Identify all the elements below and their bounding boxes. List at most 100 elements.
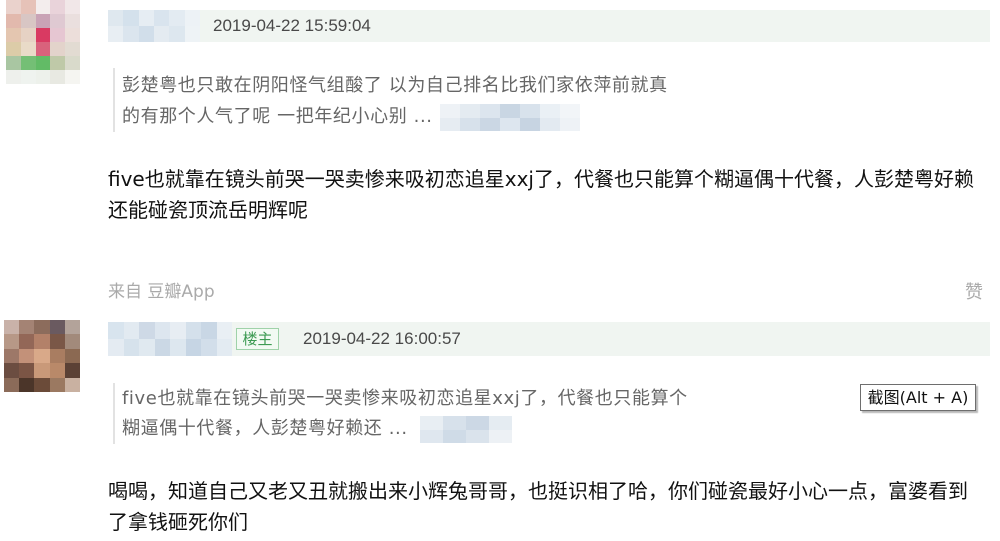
mosaic-cell (4, 363, 20, 378)
mosaic-cell (520, 104, 540, 118)
comment-line: 了拿钱砸死你们 (108, 510, 248, 534)
mosaic-cell (35, 0, 51, 14)
mosaic-cell (34, 334, 50, 349)
mosaic-cell (65, 14, 80, 28)
quote-line: 糊逼偶十代餐，人彭楚粤好赖还 ... (122, 418, 408, 439)
mosaic-cell (460, 117, 480, 131)
mosaic-cell (20, 0, 36, 14)
op-badge: 楼主 (236, 328, 279, 350)
mosaic-cell (108, 10, 124, 26)
mosaic-cell (20, 42, 36, 56)
mosaic-cell (108, 339, 124, 356)
mosaic-cell (19, 320, 35, 335)
mosaic-cell (19, 348, 35, 364)
mosaic-cell (139, 322, 155, 339)
mosaic-cell (440, 117, 460, 131)
mosaic-cell (500, 117, 520, 131)
mosaic-cell (34, 377, 50, 392)
mosaic-cell (123, 339, 139, 356)
mosaic-cell (19, 363, 35, 378)
mosaic-cell (153, 10, 170, 26)
mosaic-cell (4, 320, 20, 335)
comment-line: five也就靠在镜头前哭一哭卖惨来吸初恋追星xxj了，代餐也只能算个糊逼偶十代餐… (108, 167, 974, 191)
mosaic-cell (6, 56, 21, 70)
mosaic-cell (169, 10, 185, 26)
mosaic-cell (443, 429, 466, 443)
mosaic-cell (6, 28, 21, 42)
quoted-username-link[interactable] (420, 416, 512, 443)
quote-line: five也就靠在镜头前哭一哭卖惨来吸初恋追星xxj了，代餐也只能算个 (122, 388, 688, 409)
mosaic-cell (4, 377, 20, 392)
comment-line: 还能碰瓷顶流岳明辉呢 (108, 198, 308, 222)
mosaic-cell (560, 104, 580, 118)
mosaic-cell (138, 26, 154, 42)
mosaic-cell (153, 26, 170, 42)
reply-quote: 彭楚粤也只敢在阴阳怪气组酸了 以为自己排名比我们家依萍前就真 的有那个人气了呢 … (113, 68, 668, 132)
mosaic-cell (65, 70, 80, 84)
mosaic-cell (20, 70, 36, 84)
mosaic-cell (216, 322, 232, 339)
mosaic-cell (184, 10, 200, 26)
like-button[interactable]: 赞 (965, 282, 983, 304)
mosaic-cell (123, 322, 139, 339)
comment-line: 喝喝，知道自己又老又丑就搬出来小辉兔哥哥，也挺识相了哈，你们碰瓷最好小心一点，富… (108, 479, 968, 503)
mosaic-cell (420, 416, 443, 430)
mosaic-cell (64, 377, 80, 392)
mosaic-cell (108, 322, 124, 339)
mosaic-cell (154, 322, 170, 339)
mosaic-cell (50, 56, 66, 70)
mosaic-cell (50, 28, 66, 42)
mosaic-cell (466, 416, 489, 430)
mosaic-cell (185, 339, 201, 356)
quote-line: 的有那个人气了呢 一把年纪小心别 ... (122, 106, 433, 127)
mosaic-cell (19, 377, 35, 392)
mosaic-cell (480, 117, 500, 131)
mosaic-cell (440, 104, 460, 118)
mosaic-cell (19, 334, 35, 349)
comment-source: 来自 豆瓣App (108, 282, 215, 302)
mosaic-cell (34, 320, 50, 335)
mosaic-cell (540, 104, 560, 118)
mosaic-cell (64, 348, 80, 364)
mosaic-cell (35, 70, 51, 84)
mosaic-cell (154, 339, 170, 356)
mosaic-cell (49, 377, 65, 392)
mosaic-cell (6, 0, 21, 14)
mosaic-cell (34, 363, 50, 378)
mosaic-cell (201, 322, 217, 339)
comment-timestamp: 2019-04-22 15:59:04 (213, 16, 371, 35)
mosaic-cell (138, 10, 154, 26)
mosaic-cell (20, 14, 36, 28)
username-link[interactable] (108, 322, 232, 356)
avatar[interactable] (4, 320, 80, 392)
mosaic-cell (4, 348, 20, 364)
mosaic-cell (520, 117, 540, 131)
mosaic-cell (6, 14, 21, 28)
mosaic-cell (4, 334, 20, 349)
mosaic-cell (560, 117, 580, 131)
mosaic-cell (34, 348, 50, 364)
mosaic-cell (170, 339, 186, 356)
mosaic-cell (6, 42, 21, 56)
quote-line: 彭楚粤也只敢在阴阳怪气组酸了 以为自己排名比我们家依萍前就真 (122, 75, 668, 96)
mosaic-cell (460, 104, 480, 118)
mosaic-cell (169, 26, 185, 42)
mosaic-cell (35, 42, 51, 56)
mosaic-cell (50, 42, 66, 56)
username-link[interactable] (108, 10, 200, 42)
mosaic-cell (49, 363, 65, 378)
mosaic-cell (466, 429, 489, 443)
mosaic-cell (489, 416, 512, 430)
avatar[interactable] (6, 0, 80, 84)
mosaic-cell (170, 322, 186, 339)
mosaic-cell (108, 26, 124, 42)
mosaic-cell (489, 429, 512, 443)
mosaic-cell (65, 56, 80, 70)
mosaic-cell (123, 26, 139, 42)
quoted-username-link[interactable] (440, 104, 580, 131)
mosaic-cell (50, 70, 66, 84)
mosaic-cell (20, 28, 36, 42)
mosaic-cell (64, 334, 80, 349)
mosaic-cell (64, 320, 80, 335)
mosaic-cell (35, 56, 51, 70)
